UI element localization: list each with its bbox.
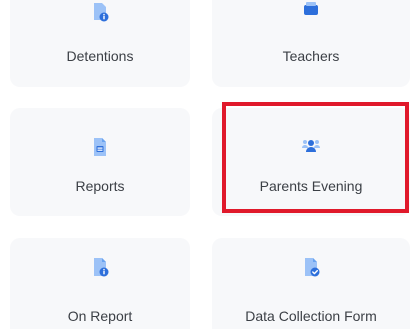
- tile-on-report[interactable]: On Report: [10, 238, 190, 329]
- tile-label: Teachers: [282, 48, 340, 64]
- tile-label: Parents Evening: [259, 178, 363, 194]
- tile-teachers[interactable]: Teachers: [212, 0, 410, 87]
- document-info-icon: [94, 3, 109, 22]
- report-document-icon: [94, 138, 106, 156]
- tile-label: Data Collection Form: [245, 308, 377, 324]
- tile-data-collection-form[interactable]: Data Collection Form: [212, 238, 410, 329]
- people-group-icon: [302, 140, 320, 152]
- tile-label: Detentions: [66, 48, 134, 64]
- teacher-icon: [304, 2, 318, 15]
- tile-parents-evening[interactable]: Parents Evening: [212, 108, 410, 216]
- tile-label: Reports: [75, 178, 125, 194]
- tile-reports[interactable]: Reports: [10, 108, 190, 216]
- menu-grid: Detentions Teachers Reports Parents Even…: [0, 0, 414, 329]
- tile-detentions[interactable]: Detentions: [10, 0, 190, 87]
- document-info-icon: [94, 258, 109, 277]
- document-check-icon: [305, 258, 320, 277]
- tile-label: On Report: [67, 308, 133, 324]
